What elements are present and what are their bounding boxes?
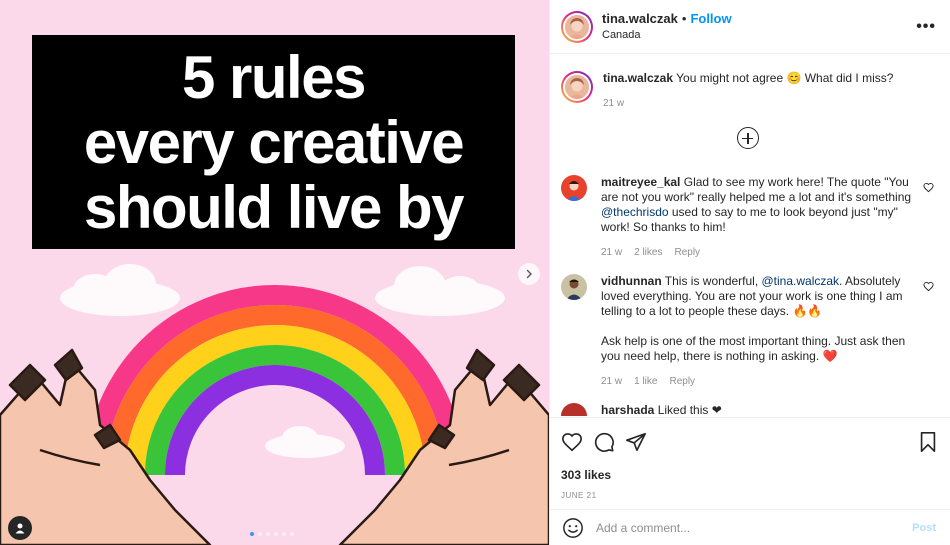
post-header: tina.walczak • Follow Canada ••• bbox=[550, 0, 950, 54]
commenter-avatar-image bbox=[561, 403, 587, 416]
post-image[interactable]: 5 rules every creative should live by bbox=[0, 0, 549, 545]
location-link[interactable]: Canada bbox=[602, 27, 732, 43]
follow-button[interactable]: Follow bbox=[690, 11, 731, 26]
post-details-panel: tina.walczak • Follow Canada ••• tina.wa… bbox=[549, 0, 950, 545]
user-icon bbox=[15, 523, 25, 534]
emoji-smiley-icon[interactable] bbox=[562, 517, 584, 539]
add-comment-bar: Post bbox=[550, 509, 950, 545]
comment-mention[interactable]: @thechrisdo bbox=[601, 205, 669, 219]
add-comment-input[interactable] bbox=[596, 520, 913, 535]
carousel-dot bbox=[266, 532, 270, 536]
comment-mention[interactable]: @tina.walczak bbox=[762, 274, 840, 288]
headline-line-2: every creative bbox=[83, 108, 465, 176]
likes-count[interactable]: 303 likes bbox=[561, 468, 938, 482]
comment-username[interactable]: maitreyee_kal bbox=[601, 175, 680, 189]
carousel-dot bbox=[290, 532, 294, 536]
comment-avatar[interactable] bbox=[561, 274, 587, 300]
post-actions: 303 likes JUNE 21 bbox=[550, 417, 950, 500]
headline-line-1: 5 rules bbox=[182, 43, 366, 111]
comment-item: maitreyee_kal Glad to see my work here! … bbox=[561, 161, 934, 260]
carousel-indicator bbox=[250, 532, 294, 536]
author-photo bbox=[565, 75, 589, 99]
post-comment-button[interactable]: Post bbox=[912, 522, 936, 534]
author-avatar[interactable] bbox=[561, 10, 593, 43]
next-slide-button[interactable] bbox=[518, 263, 540, 285]
author-photo bbox=[565, 14, 589, 39]
comment-username[interactable]: harshada bbox=[601, 403, 654, 416]
comment-text: This is wonderful, bbox=[664, 274, 762, 288]
comment-item: harshada Liked this ❤ bbox=[561, 389, 934, 416]
comment-time[interactable]: 21 w bbox=[601, 374, 622, 389]
comment-text: Liked this ❤ bbox=[657, 403, 722, 416]
caption-username[interactable]: tina.walczak bbox=[603, 71, 673, 85]
tagged-users-button[interactable] bbox=[8, 516, 32, 540]
load-more-comments bbox=[561, 111, 934, 161]
like-comment-heart-icon[interactable] bbox=[923, 279, 934, 295]
reply-button[interactable]: Reply bbox=[674, 245, 700, 260]
comment-avatar[interactable] bbox=[561, 175, 587, 201]
comment-item: vidhunnan This is wonderful, @tina.walcz… bbox=[561, 260, 934, 389]
caption-time[interactable]: 21 w bbox=[603, 96, 624, 111]
comment-avatar[interactable] bbox=[561, 403, 587, 416]
like-comment-heart-icon[interactable] bbox=[923, 180, 934, 196]
comment-likes[interactable]: 2 likes bbox=[634, 245, 662, 260]
post-date[interactable]: JUNE 21 bbox=[561, 491, 938, 500]
comment-time[interactable]: 21 w bbox=[601, 245, 622, 260]
post-caption: tina.walczak You might not agree 😊 What … bbox=[561, 55, 934, 111]
header-separator: • bbox=[681, 11, 687, 26]
comment-username[interactable]: vidhunnan bbox=[601, 274, 662, 288]
more-options-icon[interactable]: ••• bbox=[916, 18, 936, 36]
comment-bubble-icon[interactable] bbox=[593, 431, 615, 453]
load-more-comments-icon[interactable] bbox=[736, 127, 759, 149]
carousel-dot bbox=[282, 532, 286, 536]
caption-avatar[interactable] bbox=[561, 71, 593, 103]
share-paper-plane-icon[interactable] bbox=[625, 431, 647, 453]
like-heart-icon[interactable] bbox=[561, 431, 583, 453]
commenter-avatar-image bbox=[561, 274, 587, 300]
comments-list[interactable]: tina.walczak You might not agree 😊 What … bbox=[550, 55, 950, 416]
carousel-dot bbox=[258, 532, 262, 536]
commenter-avatar-image bbox=[561, 175, 587, 201]
instagram-post: 5 rules every creative should live by ti… bbox=[0, 0, 950, 545]
headline-box: 5 rules every creative should live by bbox=[32, 35, 515, 249]
comment-text-paragraph-2: Ask help is one of the most important th… bbox=[601, 334, 906, 363]
save-bookmark-icon[interactable] bbox=[918, 431, 938, 453]
reply-button[interactable]: Reply bbox=[669, 374, 695, 389]
comment-likes[interactable]: 1 like bbox=[634, 374, 657, 389]
rainbow-hands-illustration bbox=[0, 264, 549, 545]
carousel-dot bbox=[274, 532, 278, 536]
caption-text: You might not agree 😊 What did I miss? bbox=[676, 71, 894, 85]
headline-line-3: should live by bbox=[83, 173, 465, 241]
carousel-dot bbox=[250, 532, 254, 536]
header-username[interactable]: tina.walczak bbox=[602, 11, 678, 26]
chevron-right-icon bbox=[526, 269, 532, 279]
